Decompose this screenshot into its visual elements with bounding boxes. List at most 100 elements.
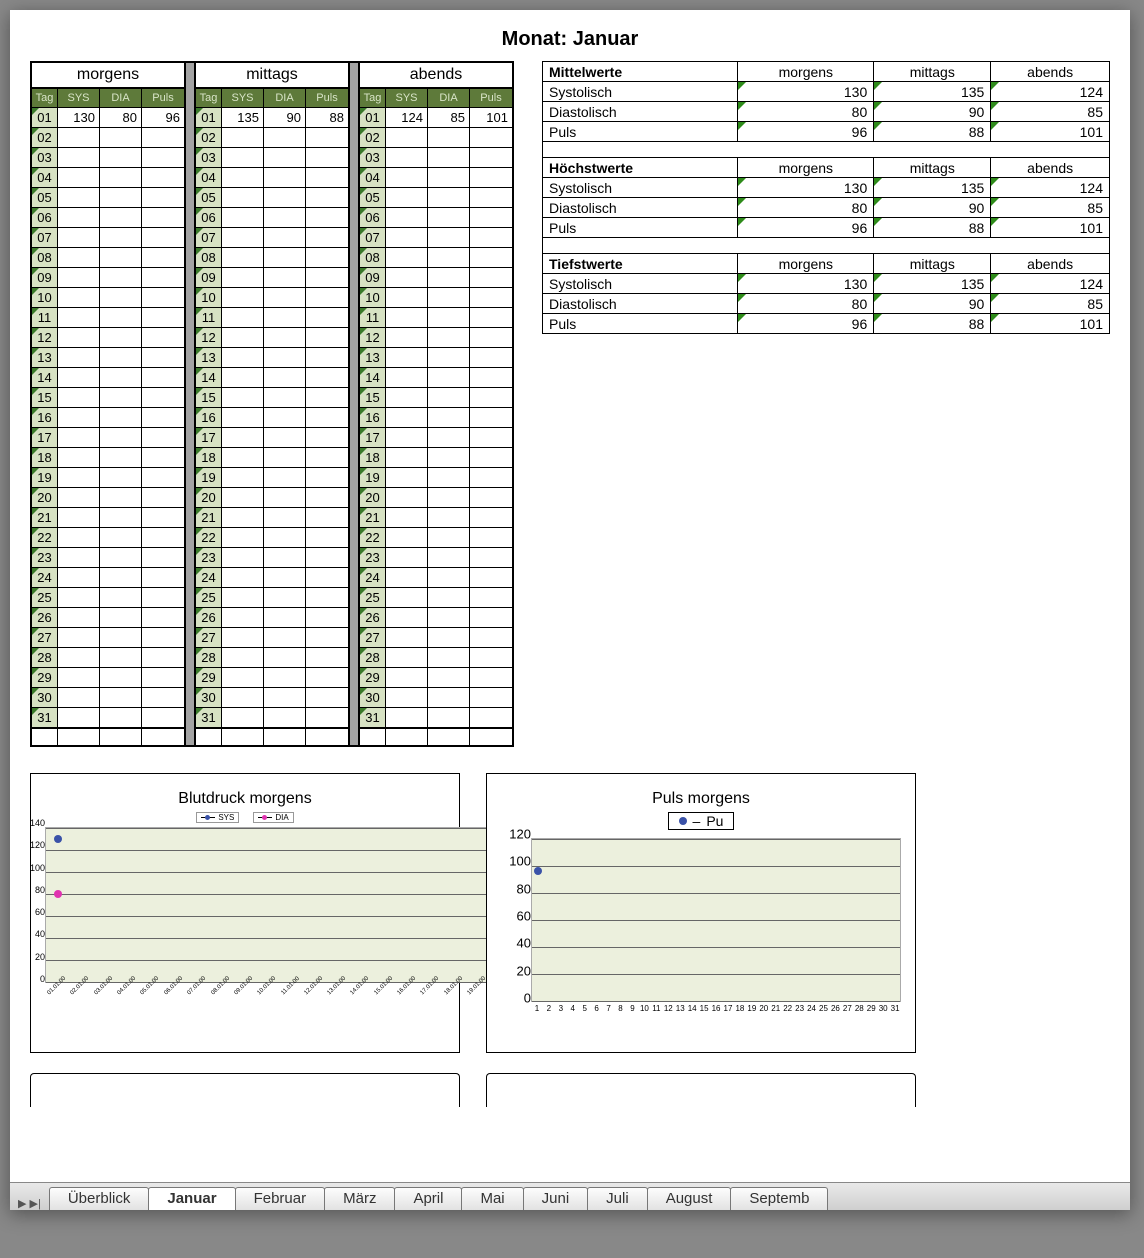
puls-cell[interactable] [142, 647, 184, 667]
puls-cell[interactable] [306, 627, 348, 647]
puls-cell[interactable] [142, 267, 184, 287]
puls-cell[interactable] [142, 427, 184, 447]
puls-cell[interactable] [142, 127, 184, 147]
day-cell[interactable]: 18 [196, 447, 222, 467]
puls-cell[interactable] [142, 387, 184, 407]
dia-cell[interactable] [264, 427, 306, 447]
sys-cell[interactable] [222, 627, 264, 647]
puls-cell[interactable] [306, 207, 348, 227]
puls-cell[interactable] [142, 347, 184, 367]
puls-cell[interactable] [470, 367, 512, 387]
sys-cell[interactable] [58, 527, 100, 547]
puls-cell[interactable] [142, 307, 184, 327]
puls-cell[interactable] [306, 607, 348, 627]
puls-cell[interactable] [306, 267, 348, 287]
dia-cell[interactable] [100, 707, 142, 727]
puls-cell[interactable] [142, 187, 184, 207]
dia-cell[interactable] [100, 527, 142, 547]
puls-cell[interactable] [470, 467, 512, 487]
dia-cell[interactable] [264, 607, 306, 627]
puls-cell[interactable] [470, 647, 512, 667]
dia-cell[interactable] [264, 487, 306, 507]
sys-cell[interactable] [222, 327, 264, 347]
day-cell[interactable]: 21 [32, 507, 58, 527]
day-cell[interactable]: 23 [196, 547, 222, 567]
dia-cell[interactable] [428, 267, 470, 287]
sys-cell[interactable] [222, 187, 264, 207]
day-cell[interactable]: 26 [196, 607, 222, 627]
day-cell[interactable]: 27 [32, 627, 58, 647]
puls-cell[interactable] [470, 407, 512, 427]
puls-cell[interactable] [142, 227, 184, 247]
dia-cell[interactable] [100, 487, 142, 507]
dia-cell[interactable] [428, 427, 470, 447]
sys-cell[interactable] [58, 247, 100, 267]
dia-cell[interactable] [100, 307, 142, 327]
day-cell[interactable]: 21 [196, 507, 222, 527]
dia-cell[interactable] [264, 627, 306, 647]
day-cell[interactable]: 03 [360, 147, 386, 167]
day-cell[interactable]: 06 [360, 207, 386, 227]
puls-cell[interactable] [306, 707, 348, 727]
sys-cell[interactable] [58, 267, 100, 287]
sys-cell[interactable] [58, 387, 100, 407]
day-cell[interactable]: 19 [32, 467, 58, 487]
dia-cell[interactable] [100, 267, 142, 287]
dia-cell[interactable] [100, 287, 142, 307]
sys-cell[interactable] [386, 567, 428, 587]
day-cell[interactable]: 14 [196, 367, 222, 387]
day-cell[interactable]: 10 [196, 287, 222, 307]
sys-cell[interactable] [222, 707, 264, 727]
day-cell[interactable]: 31 [196, 707, 222, 727]
sys-cell[interactable] [386, 147, 428, 167]
day-cell[interactable]: 05 [196, 187, 222, 207]
day-cell[interactable]: 11 [360, 307, 386, 327]
day-cell[interactable]: 21 [360, 507, 386, 527]
dia-cell[interactable] [264, 327, 306, 347]
day-cell[interactable]: 14 [32, 367, 58, 387]
puls-cell[interactable] [306, 347, 348, 367]
sheet-tab-juni[interactable]: Juni [523, 1187, 589, 1210]
day-cell[interactable]: 24 [196, 567, 222, 587]
sys-cell[interactable] [222, 407, 264, 427]
day-cell[interactable]: 22 [196, 527, 222, 547]
dia-cell[interactable] [428, 667, 470, 687]
tab-nav-buttons[interactable]: ▶ ▶| [10, 1197, 49, 1210]
sys-cell[interactable] [222, 487, 264, 507]
dia-cell[interactable] [428, 707, 470, 727]
sys-cell[interactable] [58, 507, 100, 527]
dia-cell[interactable] [428, 307, 470, 327]
sys-cell[interactable] [222, 387, 264, 407]
puls-cell[interactable] [142, 247, 184, 267]
puls-cell[interactable] [306, 287, 348, 307]
puls-cell[interactable] [142, 687, 184, 707]
puls-cell[interactable] [142, 147, 184, 167]
sys-cell[interactable] [386, 647, 428, 667]
sys-cell[interactable] [386, 207, 428, 227]
puls-cell[interactable] [142, 507, 184, 527]
dia-cell[interactable] [100, 127, 142, 147]
puls-cell[interactable] [470, 607, 512, 627]
puls-cell[interactable] [470, 627, 512, 647]
day-cell[interactable]: 16 [32, 407, 58, 427]
day-cell[interactable]: 27 [196, 627, 222, 647]
day-cell[interactable]: 05 [32, 187, 58, 207]
day-cell[interactable]: 18 [32, 447, 58, 467]
sys-cell[interactable] [58, 487, 100, 507]
puls-cell[interactable] [306, 367, 348, 387]
puls-cell[interactable] [142, 287, 184, 307]
dia-cell[interactable] [428, 207, 470, 227]
sheet-tab-august[interactable]: August [647, 1187, 732, 1210]
puls-cell[interactable] [142, 367, 184, 387]
puls-cell[interactable] [142, 167, 184, 187]
puls-cell[interactable] [306, 387, 348, 407]
sys-cell[interactable] [222, 367, 264, 387]
day-cell[interactable]: 13 [32, 347, 58, 367]
sys-cell[interactable] [222, 267, 264, 287]
dia-cell[interactable] [100, 167, 142, 187]
sys-cell[interactable] [222, 507, 264, 527]
sys-cell[interactable] [386, 347, 428, 367]
sheet-tab-märz[interactable]: März [324, 1187, 395, 1210]
dia-cell[interactable] [428, 567, 470, 587]
day-cell[interactable]: 18 [360, 447, 386, 467]
